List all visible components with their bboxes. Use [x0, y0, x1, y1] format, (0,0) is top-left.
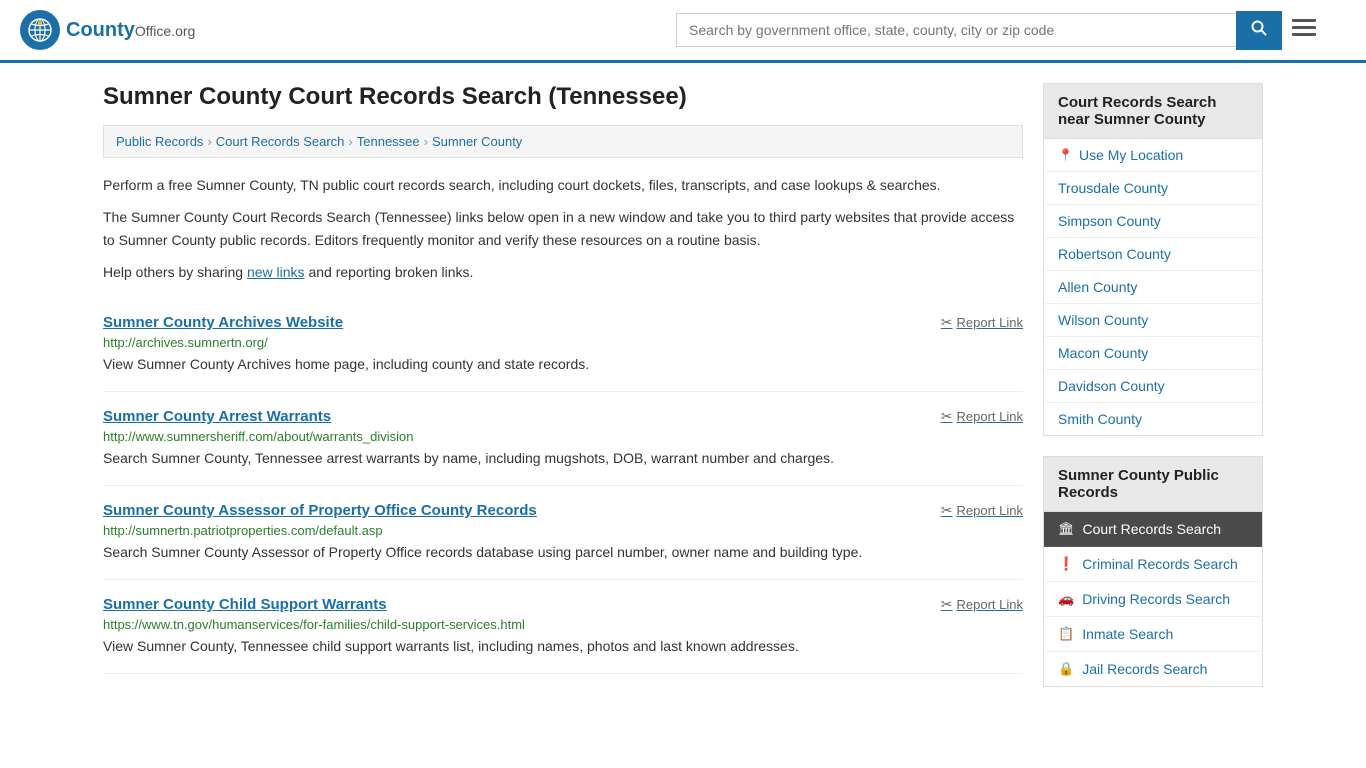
use-my-location-link[interactable]: Use My Location [1079, 147, 1183, 163]
scissors-icon: ✂ [941, 408, 953, 425]
breadcrumb-public-records[interactable]: Public Records [116, 134, 203, 149]
content: Sumner County Court Records Search (Tenn… [103, 83, 1023, 687]
result-item: Sumner County Assessor of Property Offic… [103, 486, 1023, 580]
driving-icon: 🚗 [1058, 591, 1074, 607]
result-item: Sumner County Child Support Warrants ✂ R… [103, 580, 1023, 674]
result-url: http://archives.sumnertn.org/ [103, 335, 1023, 350]
header: CountyOffice.org [0, 0, 1366, 63]
nearby-county-item: Robertson County [1044, 238, 1262, 271]
result-item: Sumner County Archives Website ✂ Report … [103, 298, 1023, 392]
nearby-county-item: Davidson County [1044, 370, 1262, 403]
breadcrumb-sumner-county[interactable]: Sumner County [432, 134, 522, 149]
nearby-county-item: Allen County [1044, 271, 1262, 304]
desc-para2: The Sumner County Court Records Search (… [103, 206, 1023, 251]
breadcrumb-sep-1: › [207, 134, 211, 149]
nearby-county-item: Macon County [1044, 337, 1262, 370]
desc-para1: Perform a free Sumner County, TN public … [103, 174, 1023, 196]
public-records-section: Sumner County Public Records 🏛 Court Rec… [1043, 456, 1263, 687]
search-input[interactable] [676, 13, 1236, 47]
scissors-icon: ✂ [941, 596, 953, 613]
breadcrumb-court-records-search[interactable]: Court Records Search [216, 134, 345, 149]
result-title: Sumner County Arrest Warrants ✂ Report L… [103, 408, 1023, 425]
breadcrumb-sep-3: › [424, 134, 428, 149]
report-link-button[interactable]: ✂ Report Link [941, 314, 1023, 331]
result-link[interactable]: Sumner County Child Support Warrants [103, 596, 387, 613]
desc-para3: Help others by sharing new links and rep… [103, 261, 1023, 283]
result-title: Sumner County Archives Website ✂ Report … [103, 314, 1023, 331]
logo-text: CountyOffice.org [66, 19, 195, 42]
public-records-item-court[interactable]: 🏛 Court Records Search [1044, 512, 1262, 547]
public-records-item-criminal[interactable]: ❗ Criminal Records Search [1044, 547, 1262, 582]
nearby-county-link[interactable]: Wilson County [1058, 312, 1148, 328]
jail-icon: 🔒 [1058, 661, 1074, 677]
result-link[interactable]: Sumner County Assessor of Property Offic… [103, 502, 537, 519]
results: Sumner County Archives Website ✂ Report … [103, 298, 1023, 674]
sidebar: Court Records Search near Sumner County … [1043, 83, 1263, 687]
result-title: Sumner County Child Support Warrants ✂ R… [103, 596, 1023, 613]
nearby-county-link[interactable]: Allen County [1058, 279, 1137, 295]
search-button[interactable] [1236, 11, 1282, 50]
use-my-location-item: 📍 Use My Location [1044, 139, 1262, 172]
result-desc: Search Sumner County, Tennessee arrest w… [103, 448, 1023, 469]
scissors-icon: ✂ [941, 502, 953, 519]
driving-records-link[interactable]: Driving Records Search [1082, 591, 1230, 607]
nearby-county-item: Wilson County [1044, 304, 1262, 337]
court-records-link[interactable]: Court Records Search [1083, 521, 1222, 537]
nearby-county-link[interactable]: Smith County [1058, 411, 1142, 427]
report-link-button[interactable]: ✂ Report Link [941, 596, 1023, 613]
main-container: Sumner County Court Records Search (Tenn… [83, 63, 1283, 707]
result-desc: Search Sumner County Assessor of Propert… [103, 542, 1023, 563]
nearby-county-item: Simpson County [1044, 205, 1262, 238]
result-desc: View Sumner County Archives home page, i… [103, 354, 1023, 375]
nearby-county-link[interactable]: Macon County [1058, 345, 1148, 361]
result-url: http://www.sumnersheriff.com/about/warra… [103, 429, 1023, 444]
new-links-link[interactable]: new links [247, 264, 305, 280]
nearby-header: Court Records Search near Sumner County [1043, 83, 1263, 139]
inmate-search-link[interactable]: Inmate Search [1082, 626, 1173, 642]
logo-area: CountyOffice.org [20, 10, 195, 50]
page-title: Sumner County Court Records Search (Tenn… [103, 83, 1023, 111]
nearby-county-link[interactable]: Simpson County [1058, 213, 1161, 229]
public-records-items: 🏛 Court Records Search ❗ Criminal Record… [1043, 512, 1263, 687]
result-url: https://www.tn.gov/humanservices/for-fam… [103, 617, 1023, 632]
nearby-county-item: Trousdale County [1044, 172, 1262, 205]
inmate-icon: 📋 [1058, 626, 1074, 642]
result-link[interactable]: Sumner County Arrest Warrants [103, 408, 331, 425]
public-records-item-inmate[interactable]: 📋 Inmate Search [1044, 617, 1262, 652]
report-link-button[interactable]: ✂ Report Link [941, 408, 1023, 425]
breadcrumb: Public Records › Court Records Search › … [103, 125, 1023, 158]
result-title: Sumner County Assessor of Property Offic… [103, 502, 1023, 519]
public-records-item-jail[interactable]: 🔒 Jail Records Search [1044, 652, 1262, 686]
menu-button[interactable] [1292, 17, 1316, 43]
description: Perform a free Sumner County, TN public … [103, 174, 1023, 284]
report-link-button[interactable]: ✂ Report Link [941, 502, 1023, 519]
search-area [676, 11, 1316, 50]
result-link[interactable]: Sumner County Archives Website [103, 314, 343, 331]
nearby-county-link[interactable]: Trousdale County [1058, 180, 1168, 196]
jail-records-link[interactable]: Jail Records Search [1082, 661, 1207, 677]
scissors-icon: ✂ [941, 314, 953, 331]
court-icon: 🏛 [1058, 521, 1075, 537]
breadcrumb-sep-2: › [348, 134, 352, 149]
criminal-icon: ❗ [1058, 556, 1074, 572]
result-desc: View Sumner County, Tennessee child supp… [103, 636, 1023, 657]
nearby-county-link[interactable]: Robertson County [1058, 246, 1171, 262]
result-item: Sumner County Arrest Warrants ✂ Report L… [103, 392, 1023, 486]
result-url: http://sumnertn.patriotproperties.com/de… [103, 523, 1023, 538]
public-records-header: Sumner County Public Records [1043, 456, 1263, 512]
pin-icon: 📍 [1058, 148, 1073, 162]
breadcrumb-tennessee[interactable]: Tennessee [357, 134, 420, 149]
nearby-links: 📍 Use My Location Trousdale County Simps… [1043, 139, 1263, 436]
nearby-county-link[interactable]: Davidson County [1058, 378, 1165, 394]
logo-icon [20, 10, 60, 50]
public-records-item-driving[interactable]: 🚗 Driving Records Search [1044, 582, 1262, 617]
nearby-county-item: Smith County [1044, 403, 1262, 435]
criminal-records-link[interactable]: Criminal Records Search [1082, 556, 1238, 572]
